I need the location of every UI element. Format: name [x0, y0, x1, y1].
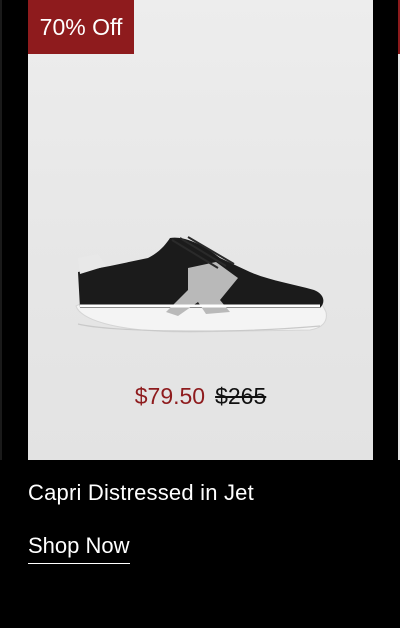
product-name[interactable]: Capri Distressed in Jet [28, 480, 254, 506]
sneaker-image[interactable] [70, 228, 332, 340]
shop-now-link[interactable]: Shop Now [28, 533, 130, 564]
previous-card-edge [0, 0, 2, 460]
price-row: $79.50 $265 [28, 380, 373, 412]
discount-badge: 70% Off [28, 0, 134, 54]
original-price: $265 [215, 383, 267, 409]
sale-price: $79.50 [134, 383, 206, 409]
